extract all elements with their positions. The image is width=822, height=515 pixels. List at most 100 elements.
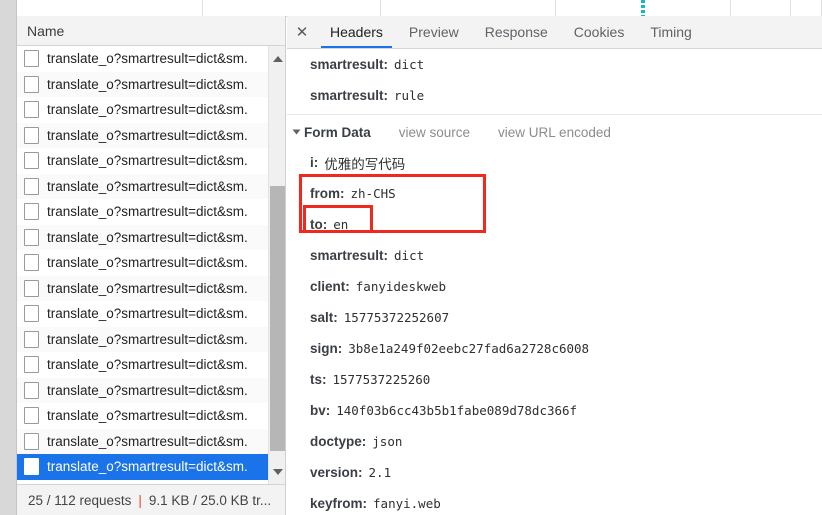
request-list-item[interactable]: translate_o?smartresult=dict&sm. bbox=[17, 326, 285, 352]
loading-spinner-icon bbox=[640, 0, 645, 16]
strip-cell-4 bbox=[556, 0, 731, 16]
header-value: json bbox=[372, 434, 403, 449]
document-icon bbox=[24, 381, 39, 399]
header-key: keyfrom: bbox=[310, 496, 368, 511]
header-key: from: bbox=[310, 186, 345, 201]
devtools-network-panel: Name translate_o?smartresult=dict&sm. tra… bbox=[0, 0, 822, 515]
document-icon bbox=[24, 305, 39, 323]
view-source-link[interactable]: view source bbox=[399, 125, 470, 140]
form-data-row: salt: 15775372252607 bbox=[287, 302, 822, 333]
tab-preview[interactable]: Preview bbox=[396, 16, 472, 48]
form-data-row: ts: 1577537225260 bbox=[287, 364, 822, 395]
form-data-section-header[interactable]: Form Data view source view URL encoded bbox=[287, 117, 822, 147]
tab-response[interactable]: Response bbox=[472, 16, 561, 48]
header-key: version: bbox=[310, 465, 363, 480]
scrollbar-thumb[interactable] bbox=[270, 186, 285, 451]
request-name: translate_o?smartresult=dict&sm. bbox=[47, 229, 248, 245]
document-icon bbox=[24, 356, 39, 374]
strip-cell-5 bbox=[731, 0, 792, 16]
request-list-item[interactable]: translate_o?smartresult=dict&sm. bbox=[17, 403, 285, 429]
request-list-item[interactable]: translate_o?smartresult=dict&sm. bbox=[17, 250, 285, 276]
header-key: smartresult: bbox=[310, 88, 389, 103]
strip-cell-3 bbox=[381, 0, 556, 16]
column-header-name[interactable]: Name bbox=[17, 16, 285, 46]
request-list-item[interactable]: translate_o?smartresult=dict&sm. bbox=[17, 352, 285, 378]
request-name: translate_o?smartresult=dict&sm. bbox=[47, 76, 248, 92]
request-list-item[interactable]: translate_o?smartresult=dict&sm. bbox=[17, 148, 285, 174]
header-key: i: bbox=[310, 155, 319, 170]
scroll-up-arrow-icon[interactable] bbox=[269, 50, 286, 67]
tab-cookies[interactable]: Cookies bbox=[561, 16, 638, 48]
request-name: translate_o?smartresult=dict&sm. bbox=[47, 204, 248, 219]
header-value: fanyi.web bbox=[373, 496, 441, 511]
request-list-item[interactable]: translate_o?smartresult=dict&sm. bbox=[17, 301, 285, 327]
tab-timing[interactable]: Timing bbox=[637, 16, 705, 48]
form-data-row: from: zh-CHS bbox=[287, 178, 822, 209]
request-name: translate_o?smartresult=dict&sm. bbox=[47, 433, 248, 449]
form-data-title: Form Data bbox=[304, 124, 371, 140]
scroll-down-arrow-icon[interactable] bbox=[269, 463, 286, 480]
query-string-row: smartresult: rule bbox=[287, 80, 822, 111]
request-list[interactable]: translate_o?smartresult=dict&sm. translat… bbox=[17, 46, 285, 484]
header-key: bv: bbox=[310, 403, 331, 418]
request-list-inner: Name translate_o?smartresult=dict&sm. tra… bbox=[17, 16, 286, 515]
header-key: to: bbox=[310, 217, 328, 232]
request-name: translate_o?smartresult=dict&sm. bbox=[47, 51, 248, 66]
request-list-item[interactable]: translate_o?smartresult=dict&sm. bbox=[17, 97, 285, 123]
detail-tabbar: ✕ Headers Preview Response Cookies Timing bbox=[287, 16, 822, 49]
form-data-row: sign: 3b8e1a249f02eebc27fad6a2728c6008 bbox=[287, 333, 822, 364]
header-key: smartresult: bbox=[310, 57, 389, 72]
query-string-row: smartresult: dict bbox=[287, 49, 822, 80]
request-list-item[interactable]: translate_o?smartresult=dict&sm. bbox=[17, 199, 285, 225]
strip-cell-6 bbox=[791, 0, 822, 16]
request-name: translate_o?smartresult=dict&sm. bbox=[47, 127, 248, 143]
request-list-item[interactable]: translate_o?smartresult=dict&sm. bbox=[17, 71, 285, 97]
tab-headers[interactable]: Headers bbox=[317, 16, 396, 48]
request-name: translate_o?smartresult=dict&sm. bbox=[47, 153, 248, 168]
form-data-row: smartresult: dict bbox=[287, 240, 822, 271]
request-name: translate_o?smartresult=dict&sm. bbox=[47, 306, 248, 321]
request-list-item[interactable]: translate_o?smartresult=dict&sm. bbox=[17, 428, 285, 454]
request-list-item[interactable]: translate_o?smartresult=dict&sm. bbox=[17, 122, 285, 148]
document-icon bbox=[24, 458, 39, 476]
request-name: translate_o?smartresult=dict&sm. bbox=[47, 331, 248, 347]
header-key: sign: bbox=[310, 341, 343, 356]
request-list-item[interactable]: translate_o?smartresult=dict&sm. bbox=[17, 454, 285, 480]
request-name: translate_o?smartresult=dict&sm. bbox=[47, 255, 248, 270]
document-icon bbox=[24, 330, 39, 348]
document-icon bbox=[24, 152, 39, 170]
section-divider bbox=[287, 114, 822, 115]
request-list-item[interactable]: translate_o?smartresult=dict&sm. bbox=[17, 224, 285, 250]
request-list-item[interactable]: translate_o?smartresult=dict&sm. bbox=[17, 173, 285, 199]
caret-down-icon[interactable] bbox=[292, 129, 301, 135]
request-name: translate_o?smartresult=dict&sm. bbox=[47, 357, 248, 372]
request-name: translate_o?smartresult=dict&sm. bbox=[47, 382, 248, 398]
close-icon[interactable]: ✕ bbox=[287, 16, 317, 48]
document-icon bbox=[24, 101, 39, 119]
request-name: translate_o?smartresult=dict&sm. bbox=[47, 459, 248, 474]
strip-left-edge bbox=[0, 0, 17, 16]
request-list-scrollbar[interactable] bbox=[268, 46, 285, 484]
request-list-item[interactable]: translate_o?smartresult=dict&sm. bbox=[17, 275, 285, 301]
header-value: zh-CHS bbox=[350, 186, 396, 201]
document-icon bbox=[24, 279, 39, 297]
header-value: 2.1 bbox=[368, 465, 392, 480]
clipped-table-header-strip bbox=[0, 0, 822, 17]
strip-cell-1 bbox=[17, 0, 203, 16]
request-name: translate_o?smartresult=dict&sm. bbox=[47, 280, 248, 296]
form-data-row: client: fanyideskweb bbox=[287, 271, 822, 302]
request-list-item[interactable]: translate_o?smartresult=dict&sm. bbox=[17, 377, 285, 403]
header-value: dict bbox=[394, 248, 425, 263]
document-icon bbox=[24, 407, 39, 425]
header-value: 140f03b6cc43b5b1fabe089d78dc366f bbox=[336, 403, 578, 418]
status-transferred: 9.1 KB / 25.0 KB tr... bbox=[148, 492, 272, 508]
status-requests: 25 / 112 requests bbox=[28, 492, 132, 508]
request-list-item[interactable]: translate_o?smartresult=dict&sm. bbox=[17, 46, 285, 72]
header-value: 15775372252607 bbox=[343, 310, 450, 325]
form-data-row: to: en bbox=[287, 209, 822, 240]
view-url-encoded-link[interactable]: view URL encoded bbox=[498, 125, 611, 140]
request-detail-panel: ✕ Headers Preview Response Cookies Timing sm… bbox=[287, 16, 822, 515]
header-value: en bbox=[333, 217, 349, 232]
document-icon bbox=[24, 126, 39, 144]
header-value: dict bbox=[394, 57, 425, 72]
